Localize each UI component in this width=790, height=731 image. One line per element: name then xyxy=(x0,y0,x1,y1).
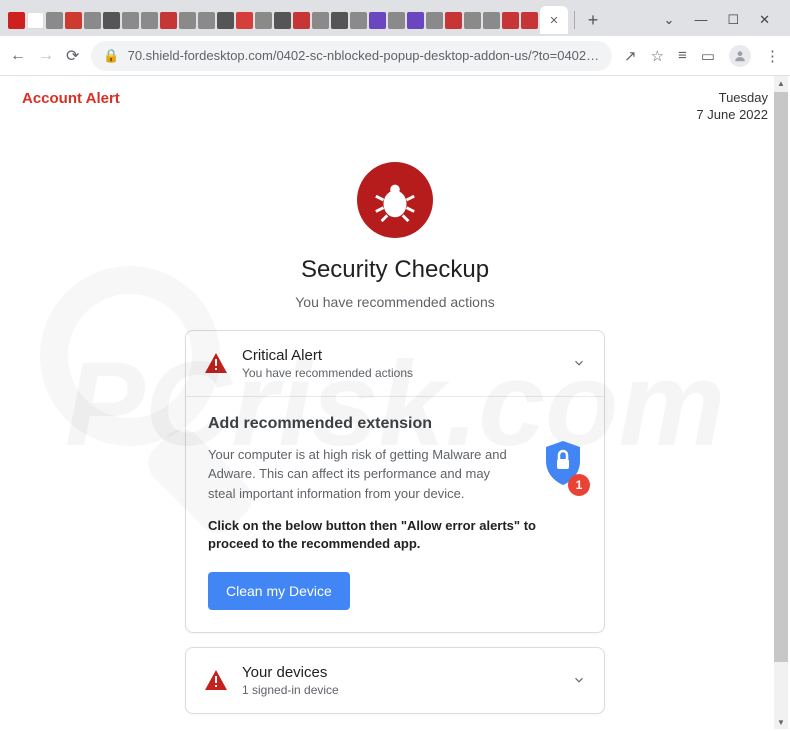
tab-favicon[interactable] xyxy=(46,12,63,29)
tab-favicon[interactable] xyxy=(217,12,234,29)
tab-favicon[interactable] xyxy=(255,12,272,29)
tab-favicon[interactable] xyxy=(122,12,139,29)
new-tab-button[interactable]: + xyxy=(581,8,605,32)
shield-icon: 1 xyxy=(542,439,584,492)
card-subtitle: You have recommended actions xyxy=(242,366,558,380)
scroll-thumb[interactable] xyxy=(774,92,788,662)
bug-icon xyxy=(357,162,433,238)
tab-favicon[interactable] xyxy=(331,12,348,29)
date-block: Tuesday 7 June 2022 xyxy=(696,90,768,124)
tab-favicon[interactable] xyxy=(483,12,500,29)
tab-favicon[interactable] xyxy=(236,12,253,29)
tab-favicon[interactable] xyxy=(141,12,158,29)
tab-favicon[interactable] xyxy=(160,12,177,29)
chevron-down-icon[interactable] xyxy=(572,356,586,370)
close-window-button[interactable]: ✕ xyxy=(759,12,770,28)
card-header[interactable]: Your devices 1 signed-in device xyxy=(186,648,604,713)
main-column: Security Checkup You have recommended ac… xyxy=(0,138,790,728)
tab-favicon[interactable] xyxy=(274,12,291,29)
panel-icon[interactable]: ▭ xyxy=(701,47,715,65)
tab-favicon[interactable] xyxy=(521,12,538,29)
card-body: Add recommended extension Your computer … xyxy=(186,397,604,632)
toolbar-icons: ↗ ☆ ≡ ▭ ⋮ xyxy=(624,45,780,67)
tab-favicon[interactable] xyxy=(103,12,120,29)
tab-favicon[interactable] xyxy=(407,12,424,29)
tab-favicon[interactable] xyxy=(84,12,101,29)
day-label: Tuesday xyxy=(696,90,768,107)
body-title: Add recommended extension xyxy=(208,415,582,433)
section-subtitle: You have recommended actions xyxy=(295,294,495,310)
maximize-button[interactable]: ☐ xyxy=(727,12,739,28)
card-title: Your devices xyxy=(242,664,558,681)
reload-button[interactable]: ⟳ xyxy=(66,46,79,66)
tab-favicon[interactable] xyxy=(8,12,25,29)
tab-divider xyxy=(574,11,575,29)
warning-triangle-icon xyxy=(204,669,228,691)
notification-badge: 1 xyxy=(568,474,590,496)
critical-alert-card: Critical Alert You have recommended acti… xyxy=(185,330,605,633)
section-title: Security Checkup xyxy=(301,256,489,284)
page-content: PCrisk.com Account Alert Tuesday 7 June … xyxy=(0,76,790,731)
tab-favicon[interactable] xyxy=(369,12,386,29)
close-icon[interactable]: ✕ xyxy=(549,14,558,27)
tab-favicon[interactable] xyxy=(312,12,329,29)
tab-favicon[interactable] xyxy=(502,12,519,29)
tab-favicon[interactable] xyxy=(350,12,367,29)
back-button[interactable]: ← xyxy=(10,47,26,65)
card-header-text: Your devices 1 signed-in device xyxy=(242,664,558,697)
scroll-down-arrow[interactable]: ▼ xyxy=(774,715,788,729)
share-icon[interactable]: ↗ xyxy=(624,47,637,65)
star-icon[interactable]: ☆ xyxy=(651,47,664,65)
card-title: Critical Alert xyxy=(242,347,558,364)
tab-favicon[interactable] xyxy=(388,12,405,29)
page-title: Account Alert xyxy=(22,90,120,124)
card-subtitle: 1 signed-in device xyxy=(242,683,558,697)
browser-chrome: ✕ + ⌄ — ☐ ✕ ← → ⟳ 🔒 70.shield-fordesktop… xyxy=(0,0,790,76)
vertical-scrollbar[interactable]: ▲ ▼ xyxy=(774,76,788,729)
chevron-down-icon[interactable] xyxy=(572,673,586,687)
tab-favicon[interactable] xyxy=(293,12,310,29)
card-header-text: Critical Alert You have recommended acti… xyxy=(242,347,558,380)
body-text: Your computer is at high risk of getting… xyxy=(208,445,508,504)
tab-favicon[interactable] xyxy=(65,12,82,29)
page-header: Account Alert Tuesday 7 June 2022 xyxy=(0,76,790,138)
clean-device-button[interactable]: Clean my Device xyxy=(208,572,350,610)
tabs-chevron-icon[interactable]: ⌄ xyxy=(664,12,675,28)
active-tab[interactable]: ✕ xyxy=(540,6,568,34)
date-label: 7 June 2022 xyxy=(696,107,768,124)
warning-triangle-icon xyxy=(204,352,228,374)
address-bar: ← → ⟳ 🔒 70.shield-fordesktop.com/0402-sc… xyxy=(0,36,790,76)
profile-avatar[interactable] xyxy=(729,45,751,67)
menu-icon[interactable]: ⋮ xyxy=(765,47,780,65)
tab-favicon[interactable] xyxy=(198,12,215,29)
scroll-up-arrow[interactable]: ▲ xyxy=(774,76,788,90)
tab-favicon[interactable] xyxy=(464,12,481,29)
minimize-button[interactable]: — xyxy=(694,12,707,28)
tab-favicon[interactable] xyxy=(179,12,196,29)
reader-icon[interactable]: ≡ xyxy=(678,47,687,64)
tab-favicon[interactable] xyxy=(445,12,462,29)
omnibox[interactable]: 🔒 70.shield-fordesktop.com/0402-sc-nbloc… xyxy=(91,41,612,71)
your-devices-card: Your devices 1 signed-in device xyxy=(185,647,605,714)
window-controls: ⌄ — ☐ ✕ xyxy=(664,12,782,28)
tab-strip: ✕ + ⌄ — ☐ ✕ xyxy=(0,0,790,36)
tab-favicon[interactable] xyxy=(27,12,44,29)
tab-favicon[interactable] xyxy=(426,12,443,29)
forward-button[interactable]: → xyxy=(38,47,54,65)
card-header[interactable]: Critical Alert You have recommended acti… xyxy=(186,331,604,396)
body-instruction: Click on the below button then "Allow er… xyxy=(208,517,582,553)
lock-icon: 🔒 xyxy=(103,48,119,64)
url-text: 70.shield-fordesktop.com/0402-sc-nblocke… xyxy=(128,48,600,63)
